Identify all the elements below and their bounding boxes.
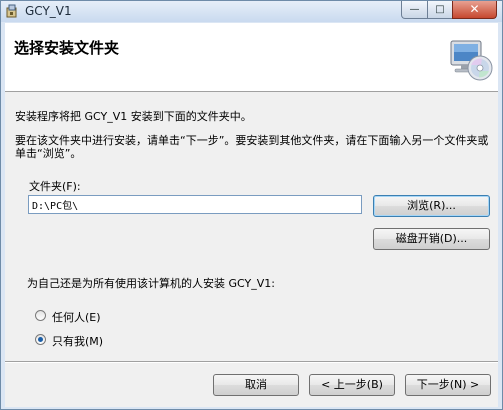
installer-icon [6, 4, 17, 18]
back-button[interactable]: < 上一步(B) [309, 374, 395, 396]
browse-button[interactable]: 浏览(R)... [373, 195, 490, 217]
footer-divider [5, 361, 498, 363]
cancel-button[interactable]: 取消 [213, 374, 299, 396]
radio-button-just-me[interactable] [35, 334, 46, 345]
maximize-button[interactable]: □ [427, 1, 453, 19]
close-icon: ✕ [469, 2, 480, 16]
disk-cost-button[interactable]: 磁盘开销(D)... [373, 228, 490, 250]
page-title: 选择安装文件夹 [14, 39, 120, 57]
next-button[interactable]: 下一步(N) > [405, 374, 491, 396]
radio-label-just-me: 只有我(M) [52, 335, 104, 348]
close-button[interactable]: ✕ [452, 1, 497, 19]
window-title: GCY_V1 [25, 4, 72, 18]
instructions-text: 要在该文件夹中进行安装，请单击“下一步”。要安装到其他文件夹，请在下面输入另一个… [15, 134, 489, 160]
dialog-client-area: 选择安装文件夹 安装程序将把 GCY_V1 安装到下面的文件夹中。 要在该文件夹… [5, 23, 498, 407]
intro-text: 安装程序将把 GCY_V1 安装到下面的文件夹中。 [15, 110, 252, 123]
radio-label-everyone: 任何人(E) [52, 311, 101, 324]
folder-label: 文件夹(F): [29, 180, 81, 193]
maximize-icon: □ [435, 4, 445, 15]
folder-path-input[interactable] [28, 195, 362, 214]
title-bar[interactable]: GCY_V1 — □ ✕ [1, 1, 502, 22]
radio-button-everyone[interactable] [35, 310, 46, 321]
minimize-button[interactable]: — [401, 1, 428, 19]
install-for-question: 为自己还是为所有使用该计算机的人安装 GCY_V1: [27, 277, 275, 290]
minimize-icon: — [409, 4, 420, 15]
installer-window: GCY_V1 — □ ✕ 选择安装文件夹 安装程序将把 GCY_V1 安装到下面… [0, 0, 503, 410]
header-banner: 选择安装文件夹 [5, 23, 498, 92]
computer-cd-icon [450, 40, 493, 81]
